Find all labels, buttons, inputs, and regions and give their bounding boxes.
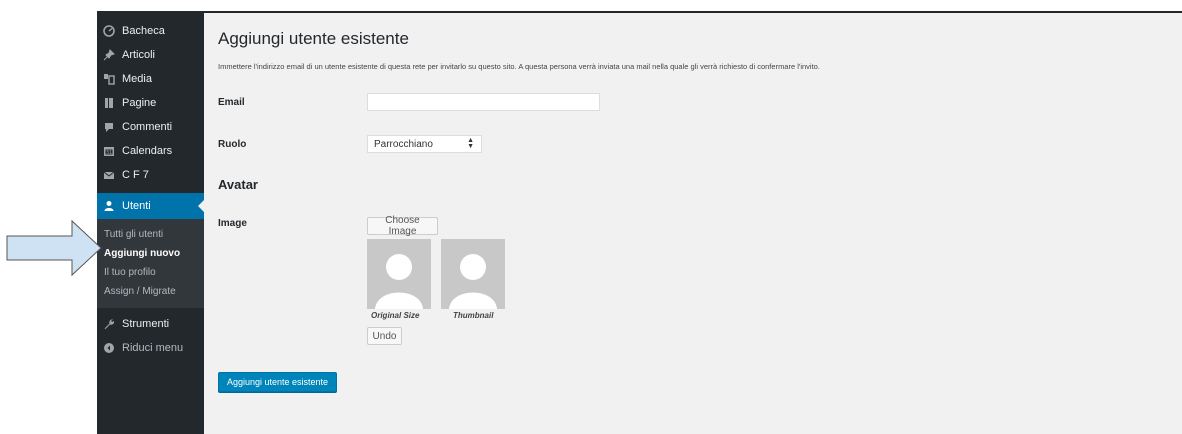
sidebar-item-bacheca[interactable]: Bacheca [97,19,204,43]
sidebar-item-utenti[interactable]: Utenti [97,193,204,219]
submenu-item-aggiungi-nuovo[interactable]: Aggiungi nuovo [97,244,204,263]
submenu-item-assign-migrate[interactable]: Assign / Migrate [97,282,204,301]
admin-sidebar: Bacheca Articoli Media Pagine Commenti 3… [97,13,204,434]
pin-icon [103,49,115,61]
avatar-thumbnail-preview [441,239,505,309]
email-field[interactable] [367,93,600,111]
add-existing-user-button[interactable]: Aggiungi utente esistente [218,372,337,392]
page-title: Aggiungi utente esistente [218,29,409,48]
submenu-item-tutti-gli-utenti[interactable]: Tutti gli utenti [97,225,204,244]
sidebar-item-label: Utenti [122,200,151,212]
wrench-icon [103,318,115,330]
sidebar-item-label: Strumenti [122,318,170,330]
sidebar-item-calendars[interactable]: 31 Calendars [97,139,204,163]
sidebar-item-label: Riduci menu [122,342,184,354]
avatar-heading: Avatar [218,177,258,192]
pages-icon [103,97,115,109]
collapse-icon [103,342,115,354]
annotation-arrow-icon [6,220,102,276]
avatar-placeholder-icon [367,239,431,309]
avatar-placeholder-icon [441,239,505,309]
sidebar-item-media[interactable]: Media [97,67,204,91]
mail-icon [103,169,115,181]
users-submenu: Tutti gli utenti Aggiungi nuovo Il tuo p… [97,219,204,308]
sidebar-item-label: Media [122,73,152,85]
calendar-icon: 31 [103,145,115,157]
email-label: Email [218,97,245,108]
avatar-original-preview [367,239,431,309]
sidebar-item-cf7[interactable]: C F 7 [97,163,204,187]
sidebar-item-strumenti[interactable]: Strumenti [97,312,204,336]
dashboard-icon [103,25,115,37]
media-icon [103,73,115,85]
image-label: Image [218,218,247,229]
sidebar-item-label: Commenti [122,121,173,133]
role-select-value: Parrocchiano [374,138,433,150]
sidebar-item-label: Bacheca [122,25,165,37]
sidebar-item-commenti[interactable]: Commenti [97,115,204,139]
comment-icon [103,121,115,133]
collapse-menu-button[interactable]: Riduci menu [97,336,204,360]
sidebar-item-label: Pagine [122,97,157,109]
intro-text: Immettere l'indirizzo email di un utente… [218,62,820,71]
main-content: Aggiungi utente esistente Immettere l'in… [204,13,1182,434]
original-size-caption: Original Size [371,311,420,320]
svg-text:31: 31 [106,150,112,156]
user-icon [103,200,115,212]
sidebar-item-label: C F 7 [122,169,149,181]
undo-button[interactable]: Undo [367,327,402,345]
sidebar-item-label: Articoli [122,49,156,61]
select-arrows-icon: ▲ ▼ [467,137,474,150]
sidebar-item-pagine[interactable]: Pagine [97,91,204,115]
choose-image-button[interactable]: Choose Image [367,215,438,237]
submenu-item-il-tuo-profilo[interactable]: Il tuo profilo [97,263,204,282]
role-label: Ruolo [218,139,247,150]
thumbnail-caption: Thumbnail [453,311,494,320]
sidebar-item-articoli[interactable]: Articoli [97,43,204,67]
role-select[interactable]: Parrocchiano ▲ ▼ [367,135,482,153]
sidebar-item-label: Calendars [122,145,173,157]
